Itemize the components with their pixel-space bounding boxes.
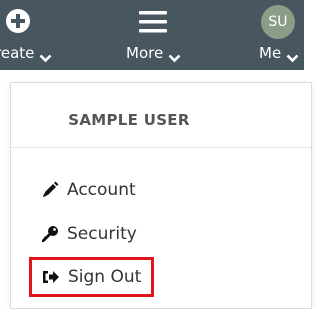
nav-create-label: reate xyxy=(0,44,52,62)
nav-me[interactable]: SU Me xyxy=(250,0,304,70)
key-icon xyxy=(41,225,59,243)
user-dropdown-menu: SAMPLE USER Account Security Sign Out xyxy=(10,82,312,309)
top-nav-bar: reate More SU Me xyxy=(0,0,304,70)
chevron-down-icon xyxy=(39,49,52,62)
sign-out-icon xyxy=(42,268,60,286)
chevron-down-icon xyxy=(286,49,299,62)
hamburger-menu-icon xyxy=(139,10,167,38)
menu-item-security[interactable]: Security xyxy=(41,219,137,249)
menu-item-label: Account xyxy=(67,180,136,200)
user-name-heading: SAMPLE USER xyxy=(68,111,190,129)
pencil-icon xyxy=(41,181,59,199)
menu-item-label: Sign Out xyxy=(68,267,142,287)
divider xyxy=(11,147,311,148)
menu-item-label: Security xyxy=(67,224,137,244)
plus-circle-icon xyxy=(5,8,31,38)
nav-more-label: More xyxy=(126,44,181,62)
nav-me-label: Me xyxy=(259,44,299,62)
nav-more[interactable]: More xyxy=(120,0,200,70)
menu-item-sign-out[interactable]: Sign Out xyxy=(29,257,155,297)
nav-create[interactable]: reate xyxy=(0,0,90,70)
menu-item-account[interactable]: Account xyxy=(41,175,136,205)
chevron-down-icon xyxy=(168,49,181,62)
avatar: SU xyxy=(261,5,295,39)
